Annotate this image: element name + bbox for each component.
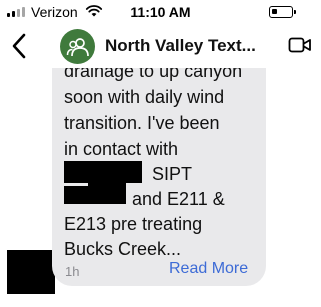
video-camera-icon[interactable] <box>288 35 312 55</box>
sender-avatar-redaction <box>7 250 55 294</box>
conversation-header: North Valley Text... <box>0 24 321 68</box>
battery-icon <box>269 6 296 18</box>
message-bubble[interactable]: drainage to up canyon soon with daily wi… <box>52 48 266 286</box>
message-line: soon with daily wind <box>64 87 225 107</box>
message-line: and E211 & <box>132 189 225 209</box>
message-line: E213 pre treating <box>64 214 203 234</box>
read-more-link[interactable]: Read More <box>169 260 248 278</box>
redaction-box <box>64 186 126 204</box>
message-line: Bucks Creek... <box>64 239 182 259</box>
message-line: SIPT <box>152 164 193 184</box>
avatar[interactable] <box>60 29 95 64</box>
group-icon <box>66 37 89 56</box>
conversation-title[interactable]: North Valley Text... <box>105 36 256 56</box>
status-bar: Verizon 11:10 AM <box>0 0 321 24</box>
message-timestamp: 1h <box>65 264 80 279</box>
message-line: in contact with <box>64 139 179 159</box>
message-line: transition. I've been <box>64 113 220 133</box>
chevron-left-icon[interactable] <box>8 29 30 63</box>
